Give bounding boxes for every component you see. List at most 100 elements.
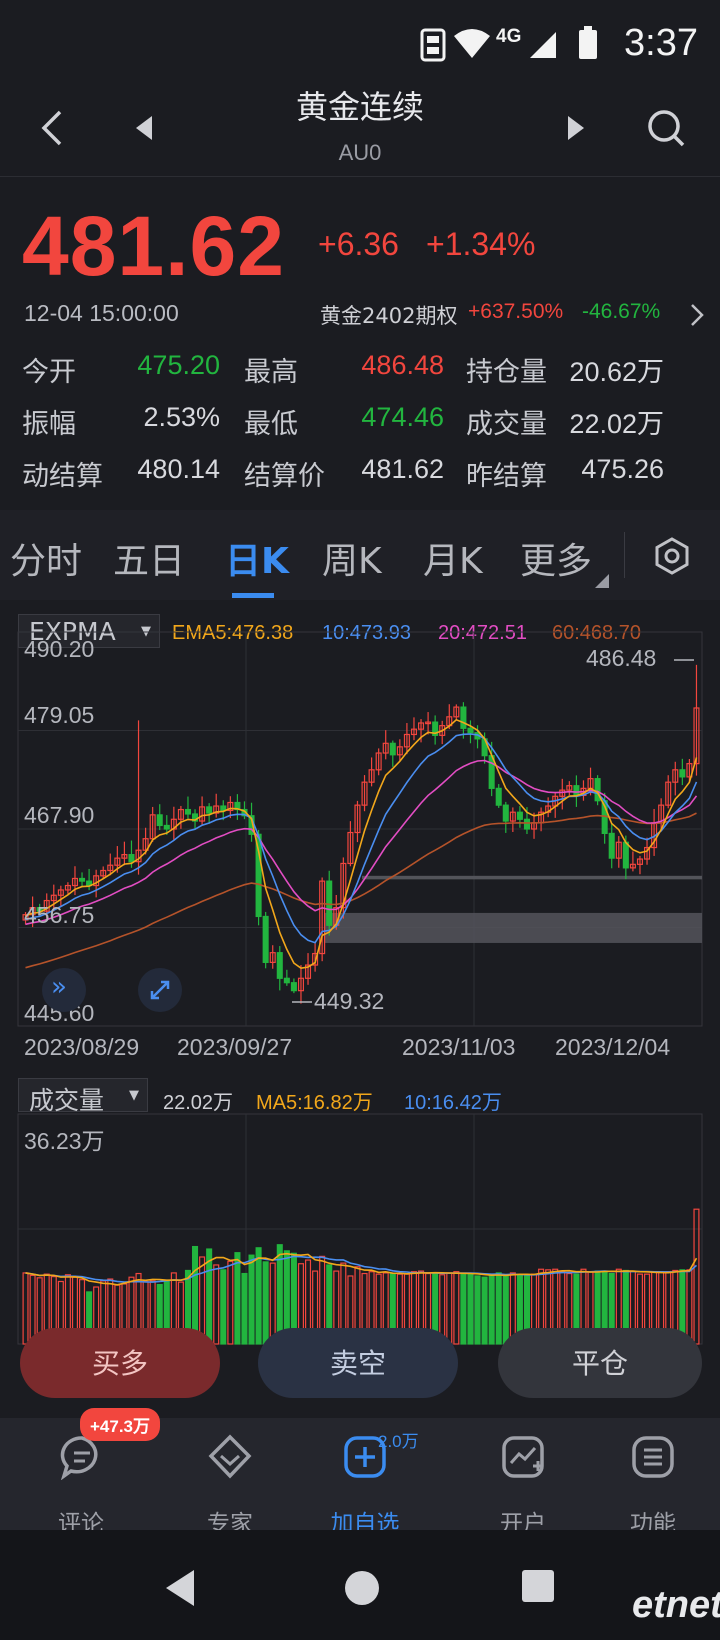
volume-bar-down (467, 1273, 474, 1345)
candle-down (573, 785, 580, 797)
volume-max-label: 36.23万 (24, 1128, 105, 1154)
stat-label: 持仓量 (466, 357, 547, 388)
tab-daily-k[interactable]: 日K (225, 532, 289, 584)
system-home-icon[interactable] (342, 1568, 382, 1608)
open-account-icon (502, 1436, 544, 1478)
option-link-name[interactable]: 黄金2402期权 (320, 300, 457, 330)
kline-panel: EXPMA ▼ EMA5:476.38 10:473.93 20:472.51 … (0, 600, 720, 1398)
tab-five-day[interactable]: 五日 (113, 532, 185, 584)
volume-bar-down (460, 1273, 467, 1345)
volume-bar-up (453, 1271, 460, 1345)
candle-down (262, 915, 269, 963)
candle-down (516, 811, 523, 820)
volume-indicator-selector[interactable]: 成交量 ▼ (18, 1078, 148, 1115)
option-up-change: +637.50% (468, 300, 564, 323)
buy-long-label: 买多 (91, 1347, 148, 1380)
tab-intraday[interactable]: 分时 (10, 532, 82, 584)
stat-label: 今开 (22, 357, 76, 388)
stat-value: 481.62 (361, 454, 444, 484)
fullscreen-button[interactable] (138, 968, 182, 1012)
expand-button[interactable]: » (42, 968, 86, 1012)
stat-value: 475.26 (581, 454, 664, 484)
candle-down (608, 832, 615, 859)
candle-down (460, 706, 467, 729)
price-change: +6.36 (318, 226, 399, 262)
candle-down (290, 982, 297, 992)
stat-value: 20.62万 (569, 357, 664, 387)
volume-bar-down (262, 1261, 269, 1345)
stat-value: 2.53% (143, 402, 220, 432)
x-date-label: 2023/08/29 (24, 1034, 140, 1060)
candle-down (283, 977, 290, 984)
stat-label: 最高 (244, 357, 298, 388)
next-contract-icon[interactable] (564, 114, 588, 142)
stat-value: 474.46 (361, 402, 444, 432)
network-type: 4G (496, 26, 522, 47)
volume-bar-down (234, 1252, 241, 1345)
volume-bar-down (502, 1275, 509, 1345)
clock: 3:37 (624, 22, 698, 64)
system-back-icon[interactable] (162, 1568, 198, 1608)
wifi-icon (454, 29, 490, 58)
volume-bar-up (227, 1260, 234, 1345)
price-change-percent: +1.34% (426, 226, 536, 262)
candle-down (467, 727, 474, 734)
volume-bar-up (686, 1269, 693, 1345)
chart-period-tabs: 分时 五日 日K 周K 月K 更多 (0, 510, 720, 600)
stats-row: 动结算 480.14 结算价 481.62 昨结算 475.26 (22, 454, 702, 494)
system-navigation-bar: etnet (0, 1530, 720, 1640)
bottom-navigation: 评论 +47.3万 专家 加自选 2.0万 开户 功能 (0, 1408, 720, 1537)
stat-label: 昨结算 (466, 461, 547, 492)
page-title: 黄金连续 (295, 88, 424, 126)
volume-bar-down (248, 1254, 255, 1345)
high-annotation: 486.48 (586, 645, 657, 671)
stat-value: 480.14 (137, 454, 220, 484)
comment-count-badge: +47.3万 (80, 1408, 161, 1441)
volume-bar-down (495, 1272, 502, 1345)
candle-down (276, 952, 283, 979)
volume-ma10: 10:16.42万 (404, 1092, 502, 1114)
candle-down (326, 880, 333, 926)
candle-down (389, 742, 396, 756)
y-tick-label: 467.90 (24, 802, 95, 828)
system-recents-icon[interactable] (520, 1568, 556, 1604)
candle-down (156, 814, 163, 827)
x-date-label: 2023/12/04 (555, 1034, 671, 1060)
menu-icon (632, 1436, 674, 1478)
candle-down (502, 804, 509, 822)
tab-separator (624, 532, 625, 578)
volume-bar-down (481, 1276, 488, 1345)
sell-short-label: 卖空 (329, 1347, 386, 1380)
settings-icon[interactable] (652, 536, 692, 576)
candle-down (184, 808, 192, 815)
stat-label: 成交量 (466, 409, 547, 440)
candle-down (163, 824, 170, 830)
tab-more[interactable]: 更多 (520, 532, 592, 584)
y-tick-label: 456.75 (24, 902, 95, 928)
stats-row: 今开 475.20 最高 486.48 持仓量 20.62万 (22, 350, 702, 390)
quote-time: 12-04 15:00:00 (24, 300, 179, 326)
sell-short-button[interactable]: 卖空 (258, 1328, 458, 1398)
candle-down (523, 818, 530, 830)
close-position-label: 平仓 (571, 1347, 628, 1380)
volume-bar-down (206, 1248, 213, 1345)
watermark: etnet (632, 1584, 720, 1626)
volume-bar-down (220, 1269, 227, 1345)
ema60-line (25, 812, 697, 969)
tab-monthly-k[interactable]: 月K (423, 532, 483, 584)
candle-down (679, 769, 686, 778)
close-position-button[interactable]: 平仓 (498, 1328, 702, 1398)
status-bar: 4G 3:37 (0, 0, 720, 90)
tab-weekly-k[interactable]: 周K (322, 532, 382, 584)
x-date-label: 2023/09/27 (177, 1034, 293, 1060)
volume-current: 22.02万 (163, 1092, 234, 1114)
buy-long-button[interactable]: 买多 (20, 1328, 220, 1398)
chevron-right-icon[interactable] (688, 302, 706, 328)
volume-bar-down (255, 1247, 262, 1345)
header-divider (0, 176, 720, 177)
candle-down (206, 806, 213, 814)
search-icon[interactable] (646, 108, 686, 148)
low-annotation: 449.32 (314, 988, 385, 1014)
caret-down-icon: ▼ (129, 1088, 139, 1103)
x-date-label: 2023/11/03 (402, 1034, 516, 1060)
